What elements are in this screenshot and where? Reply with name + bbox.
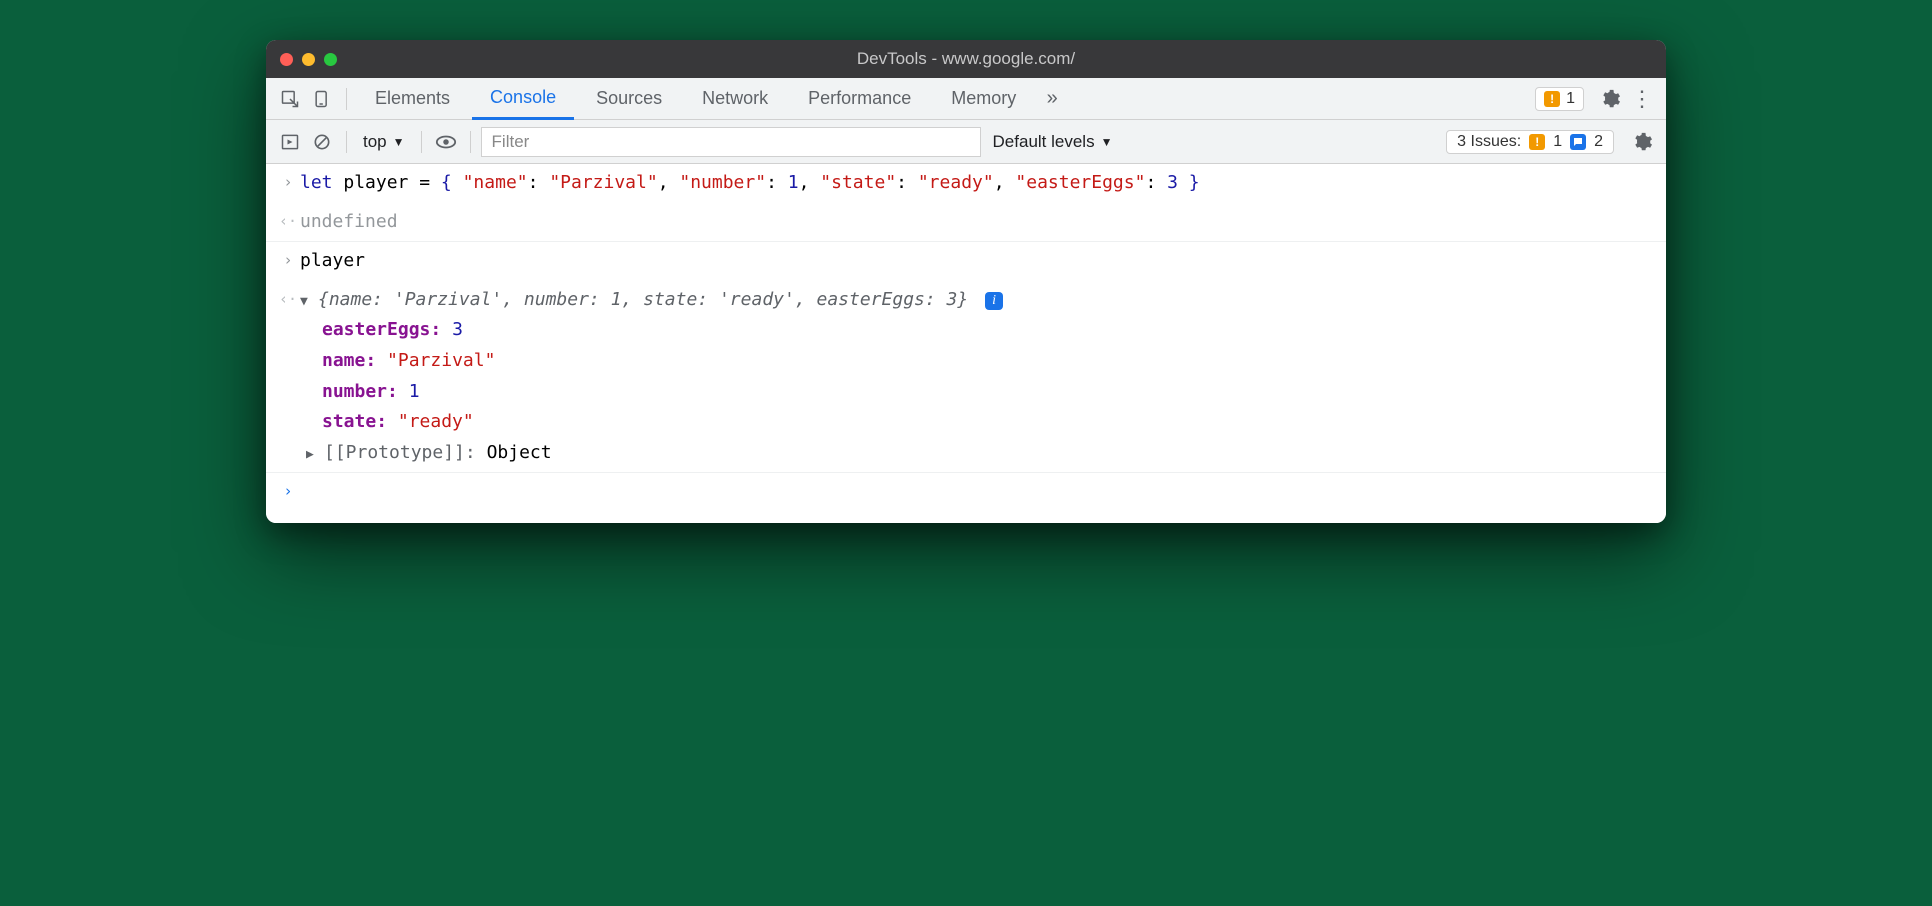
output-icon: ‹·: [276, 285, 300, 316]
tab-performance[interactable]: Performance: [790, 78, 929, 120]
input-prompt-icon: ›: [276, 168, 300, 196]
warning-icon: !: [1544, 91, 1560, 107]
separator: [470, 131, 471, 153]
object-prototype[interactable]: ▶[[Prototype]]: Object: [276, 438, 1656, 469]
panel-tabs: Elements Console Sources Network Perform…: [266, 78, 1666, 120]
titlebar: DevTools - www.google.com/: [266, 40, 1666, 78]
result-text: undefined: [300, 207, 1656, 238]
context-selector[interactable]: top ▼: [357, 130, 411, 154]
inspect-icon[interactable]: [276, 85, 304, 113]
object-property[interactable]: number: 1: [276, 377, 1656, 408]
console-input-line[interactable]: › player: [266, 242, 1666, 281]
levels-label: Default levels: [993, 132, 1095, 152]
tab-console[interactable]: Console: [472, 78, 574, 120]
chevron-down-icon: ▼: [393, 135, 405, 149]
code-text: let player = { "name": "Parzival", "numb…: [300, 168, 1656, 199]
tab-network[interactable]: Network: [684, 78, 786, 120]
object-summary[interactable]: ▼{name: 'Parzival', number: 1, state: 'r…: [300, 285, 1656, 316]
window-title: DevTools - www.google.com/: [266, 49, 1666, 69]
tab-elements[interactable]: Elements: [357, 78, 468, 120]
devtools-window: DevTools - www.google.com/ Elements Cons…: [266, 40, 1666, 523]
issues-label: 3 Issues:: [1457, 133, 1521, 151]
clear-console-icon[interactable]: [308, 128, 336, 156]
object-property[interactable]: easterEggs: 3: [276, 315, 1656, 346]
maximize-icon[interactable]: [324, 53, 337, 66]
warnings-count: 1: [1566, 90, 1575, 108]
close-icon[interactable]: [280, 53, 293, 66]
console-output: › let player = { "name": "Parzival", "nu…: [266, 164, 1666, 523]
tab-memory[interactable]: Memory: [933, 78, 1034, 120]
disclosure-triangle-open-icon[interactable]: ▼: [300, 291, 314, 313]
log-levels-selector[interactable]: Default levels ▼: [993, 132, 1113, 152]
separator: [421, 131, 422, 153]
console-toolbar: top ▼ Default levels ▼ 3 Issues: ! 1 2: [266, 120, 1666, 164]
more-tabs-icon[interactable]: »: [1038, 85, 1066, 113]
issues-badge[interactable]: 3 Issues: ! 1 2: [1446, 130, 1614, 154]
input-prompt-icon: ›: [276, 477, 300, 505]
tab-sources[interactable]: Sources: [578, 78, 680, 120]
traffic-lights: [280, 53, 337, 66]
separator: [346, 88, 347, 110]
sidebar-toggle-icon[interactable]: [276, 128, 304, 156]
minimize-icon[interactable]: [302, 53, 315, 66]
settings-icon[interactable]: [1596, 85, 1624, 113]
live-expression-icon[interactable]: [432, 128, 460, 156]
code-text: player: [300, 246, 1656, 277]
warnings-badge[interactable]: ! 1: [1535, 87, 1584, 111]
issues-warn-count: 1: [1553, 133, 1562, 151]
console-result-line: ‹· undefined: [266, 203, 1666, 243]
output-icon: ‹·: [276, 207, 300, 235]
issues-info-count: 2: [1594, 133, 1603, 151]
console-settings-icon[interactable]: [1628, 128, 1656, 156]
filter-input[interactable]: [481, 127, 981, 157]
chevron-down-icon: ▼: [1101, 135, 1113, 149]
console-prompt[interactable]: ›: [266, 473, 1666, 523]
console-input-line[interactable]: › let player = { "name": "Parzival", "nu…: [266, 164, 1666, 203]
context-label: top: [363, 132, 387, 152]
message-icon: [1570, 134, 1586, 150]
input-prompt-icon: ›: [276, 246, 300, 274]
separator: [346, 131, 347, 153]
info-icon[interactable]: i: [985, 292, 1003, 310]
object-property[interactable]: state: "ready": [276, 407, 1656, 438]
warning-icon: !: [1529, 134, 1545, 150]
object-property[interactable]: name: "Parzival": [276, 346, 1656, 377]
kebab-menu-icon[interactable]: ⋮: [1628, 85, 1656, 113]
console-object-output[interactable]: ‹· ▼{name: 'Parzival', number: 1, state:…: [266, 281, 1666, 474]
disclosure-triangle-closed-icon[interactable]: ▶: [306, 444, 320, 466]
device-toggle-icon[interactable]: [308, 85, 336, 113]
